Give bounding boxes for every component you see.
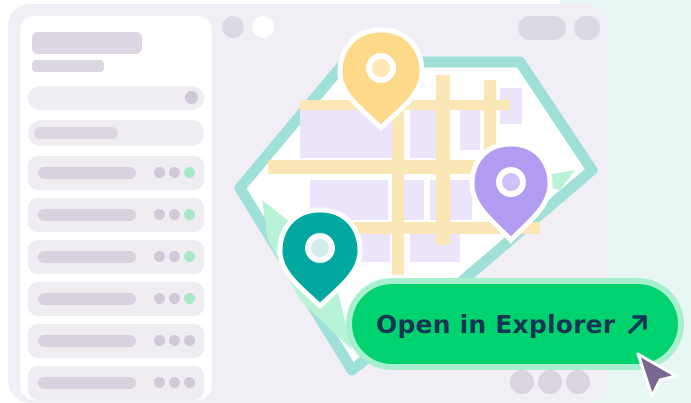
- footer-dot: [566, 370, 590, 394]
- mouse-pointer-icon: [636, 352, 678, 398]
- open-in-explorer-button[interactable]: Open in Explorer: [352, 284, 678, 364]
- arrow-up-right-icon: [628, 315, 647, 334]
- explorer-promo-illustration: Open in Explorer: [0, 0, 691, 403]
- open-in-explorer-label: Open in Explorer: [376, 309, 616, 339]
- footer-dot: [538, 370, 562, 394]
- footer-dot: [510, 370, 534, 394]
